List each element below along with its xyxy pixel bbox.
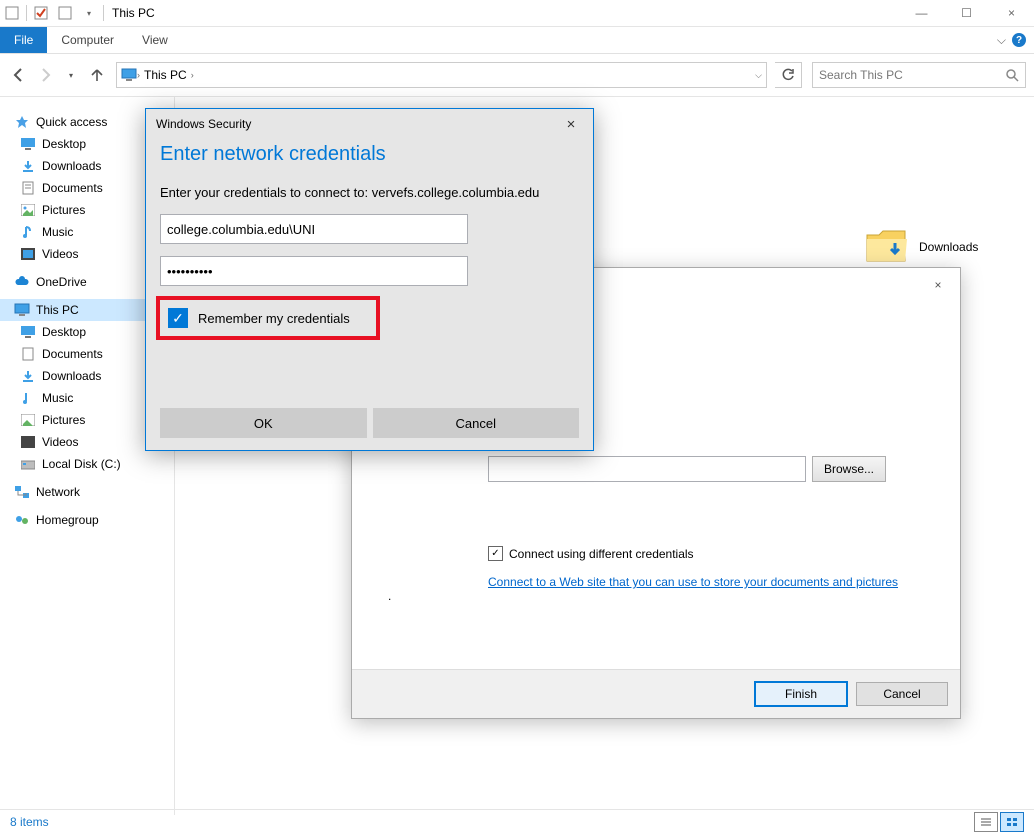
- picture-icon: [20, 202, 36, 218]
- checkbox-icon: ✓: [488, 546, 503, 561]
- picture-icon: [20, 412, 36, 428]
- credentials-dialog: Windows Security × Enter network credent…: [145, 108, 594, 451]
- qat-check-icon[interactable]: [32, 4, 50, 22]
- wizard-close-button[interactable]: ×: [924, 274, 952, 296]
- pc-icon: [121, 67, 137, 83]
- address-dropdown-icon[interactable]: ⌵: [755, 70, 762, 81]
- ribbon: File Computer View ⌵ ?: [0, 27, 1034, 54]
- folder-icon: [865, 227, 909, 267]
- folder-label: Downloads: [919, 240, 978, 254]
- view-icons-button[interactable]: [1000, 812, 1024, 832]
- view-details-button[interactable]: [974, 812, 998, 832]
- folder-downloads[interactable]: Downloads: [865, 227, 978, 267]
- document-icon: [20, 180, 36, 196]
- document-icon: [20, 346, 36, 362]
- tree-network[interactable]: Network: [0, 481, 174, 503]
- remember-checkbox[interactable]: ✓: [168, 308, 188, 328]
- cred-close-button[interactable]: ×: [559, 114, 583, 134]
- status-bar: 8 items: [0, 809, 1034, 834]
- tree-item[interactable]: Local Disk (C:): [0, 453, 174, 475]
- navbar: ▾ › This PC › ⌵ Search This PC: [0, 54, 1034, 97]
- video-icon: [20, 246, 36, 262]
- qat-dropdown-icon[interactable]: ▾: [80, 4, 98, 22]
- homegroup-icon: [14, 512, 30, 528]
- up-button[interactable]: [86, 64, 108, 86]
- cred-cancel-button[interactable]: Cancel: [373, 408, 580, 438]
- cred-username-input[interactable]: college.columbia.edu\UNI: [160, 214, 468, 244]
- music-icon: [20, 390, 36, 406]
- qat-blank-icon[interactable]: [56, 4, 74, 22]
- search-icon: [1005, 68, 1019, 82]
- forward-button[interactable]: [34, 64, 56, 86]
- cred-banner: Windows Security: [156, 117, 251, 131]
- back-button[interactable]: [8, 64, 30, 86]
- app-icon: [3, 4, 21, 22]
- wizard-folder-input[interactable]: [488, 456, 806, 482]
- cloud-icon: [14, 274, 30, 290]
- minimize-button[interactable]: —: [899, 0, 944, 26]
- titlebar: ▾ This PC — ☐ ×: [0, 0, 1034, 27]
- address-bar[interactable]: › This PC › ⌵: [116, 62, 767, 88]
- cred-ok-button[interactable]: OK: [160, 408, 367, 438]
- qat-sep2: [103, 5, 104, 21]
- download-icon: [20, 158, 36, 174]
- network-icon: [14, 484, 30, 500]
- tree-homegroup[interactable]: Homegroup: [0, 509, 174, 531]
- video-icon: [20, 434, 36, 450]
- star-icon: [14, 114, 30, 130]
- pc-icon: [14, 302, 30, 318]
- help-icon[interactable]: ?: [1012, 33, 1026, 47]
- disk-icon: [20, 456, 36, 472]
- wizard-weblink[interactable]: Connect to a Web site that you can use t…: [388, 575, 924, 589]
- tab-computer[interactable]: Computer: [47, 33, 128, 47]
- file-tab[interactable]: File: [0, 27, 47, 53]
- music-icon: [20, 224, 36, 240]
- breadcrumb-root[interactable]: This PC: [140, 68, 191, 82]
- tab-view[interactable]: View: [128, 33, 182, 47]
- wizard-cred-checkbox[interactable]: ✓ Connect using different credentials: [388, 546, 924, 561]
- cred-subtitle: Enter your credentials to connect to: ve…: [146, 166, 593, 202]
- cred-password-input[interactable]: ••••••••••: [160, 256, 468, 286]
- remember-credentials-highlight: ✓ Remember my credentials: [156, 296, 380, 340]
- content-area[interactable]: Downloads × o connect to: Browse... ✓ Co…: [175, 97, 1034, 815]
- desktop-icon: [20, 136, 36, 152]
- search-placeholder: Search This PC: [819, 68, 903, 82]
- browse-button[interactable]: Browse...: [812, 456, 886, 482]
- search-input[interactable]: Search This PC: [812, 62, 1026, 88]
- remember-label: Remember my credentials: [198, 311, 350, 326]
- wizard-cancel-button[interactable]: Cancel: [856, 682, 948, 706]
- desktop-icon: [20, 324, 36, 340]
- qat-sep: [26, 5, 27, 21]
- window-title: This PC: [112, 6, 155, 20]
- cred-title: Enter network credentials: [146, 139, 593, 166]
- refresh-button[interactable]: [775, 62, 802, 88]
- download-icon: [20, 368, 36, 384]
- item-count: 8 items: [10, 815, 49, 829]
- chevron-right-icon[interactable]: ›: [191, 70, 194, 80]
- ribbon-expand-icon[interactable]: ⌵: [997, 33, 1006, 48]
- maximize-button[interactable]: ☐: [944, 0, 989, 26]
- recent-dropdown-icon[interactable]: ▾: [60, 64, 82, 86]
- finish-button[interactable]: Finish: [754, 681, 848, 707]
- close-button[interactable]: ×: [989, 0, 1034, 26]
